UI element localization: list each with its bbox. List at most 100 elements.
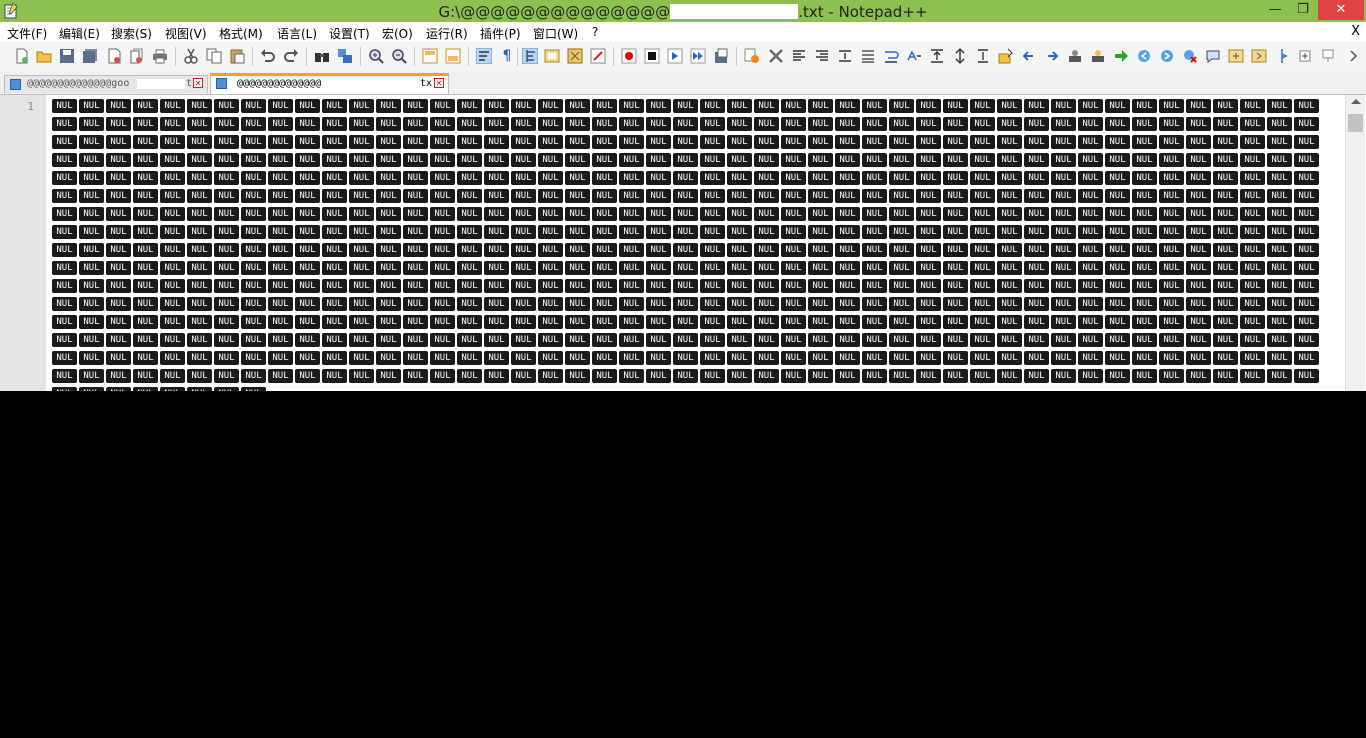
nul-char-token: NUL [214,387,239,391]
run-macro-multiple-icon[interactable] [690,48,706,64]
doc-map-icon[interactable] [544,48,560,64]
nul-char-token: NUL [1186,117,1211,131]
menu-view[interactable]: 视图(V) [165,25,207,42]
sync-horizontal-icon[interactable] [445,48,461,64]
lines-icon[interactable] [860,48,876,64]
nul-char-token: NUL [862,297,887,311]
nul-char-token: NUL [214,225,239,239]
zoom-out-icon[interactable] [391,48,407,64]
nul-char-token: NUL [889,99,914,113]
nul-char-token: NUL [1213,369,1238,383]
nul-char-token: NUL [403,117,428,131]
spacing-icon[interactable] [929,48,945,64]
minimize-button[interactable]: — [1262,0,1288,20]
align-right-icon[interactable] [814,48,830,64]
folder-workspace-icon[interactable] [590,48,606,64]
bookmark-next-icon[interactable] [1090,48,1106,64]
arrow-right-icon[interactable] [1044,48,1060,64]
text-area[interactable]: NUL NUL NUL NUL NUL NUL NUL NUL NUL NUL NUL NUL NUL N… [46,95,1345,391]
show-all-chars-icon[interactable]: ¶ [499,48,515,64]
nul-char-token: NUL [430,135,455,149]
nul-char-token: NUL [808,153,833,167]
close-all-icon[interactable] [129,48,145,64]
menu-run[interactable]: 运行(R) [426,25,468,42]
panel-right-icon[interactable] [1251,48,1267,64]
nul-char-token: NUL [592,225,617,239]
function-list-icon[interactable] [567,48,583,64]
sync-vertical-icon[interactable] [422,48,438,64]
mark-icon[interactable] [744,48,760,64]
menu-edit[interactable]: 编辑(E) [59,25,100,42]
tab-close-icon[interactable]: ✕ [193,78,203,88]
menu-window[interactable]: 窗口(W) [533,25,578,42]
close-window-button[interactable]: ✕ [1318,0,1364,20]
tab-inactive[interactable]: @@@@@@@@@@@@@@goo txt ✕ [4,75,208,93]
nul-char-token: NUL [781,99,806,113]
undo-icon[interactable] [260,48,276,64]
nul-char-token: NUL [403,315,428,329]
menu-bar: 文件(F) 编辑(E) 搜索(S) 视图(V) 格式(M) 语言(L) 设置(T… [0,22,1366,42]
save-all-icon[interactable] [82,48,98,64]
nul-char-token: NUL [727,225,752,239]
close-icon[interactable] [106,48,122,64]
scroll-up-arrow-icon[interactable] [1351,99,1361,104]
menu-language[interactable]: 语言(L) [277,25,317,42]
menu-file[interactable]: 文件(F) [7,25,47,42]
restore-button[interactable]: ❐ [1290,0,1316,20]
indent-guide-icon[interactable] [522,48,538,64]
play-macro-icon[interactable] [667,48,683,64]
nul-char-token: NUL [565,351,590,365]
navigate-forward-icon[interactable] [1159,48,1175,64]
vertical-scrollbar[interactable] [1345,95,1365,391]
arrow-left-icon[interactable] [1021,48,1037,64]
open-file-icon[interactable] [36,48,52,64]
nul-char-token: NUL [862,99,887,113]
cut-icon[interactable] [183,48,199,64]
menu-settings[interactable]: 设置(T) [329,25,370,42]
trim-icon[interactable] [952,48,968,64]
word-wrap-icon[interactable] [476,48,492,64]
move-down-icon[interactable] [837,48,853,64]
close-document-button[interactable]: X [1351,24,1360,39]
save-icon[interactable] [59,48,75,64]
menu-macro[interactable]: 宏(O) [382,25,413,42]
menu-format[interactable]: 格式(M) [219,25,263,42]
join-lines-icon[interactable] [975,48,991,64]
nul-char-token: NUL [1294,153,1319,167]
nul-char-token: NUL [727,243,752,257]
print-icon[interactable] [152,48,168,64]
wrap-lines-icon[interactable] [883,48,899,64]
replace-icon[interactable] [337,48,353,64]
clear-marks-icon[interactable] [1182,48,1198,64]
add-icon[interactable] [1297,48,1313,64]
toolbar-chevron-icon[interactable] [1348,48,1360,64]
copy-icon[interactable] [206,48,222,64]
menu-plugins[interactable]: 插件(P) [480,25,521,42]
bookmark-icon[interactable] [1067,48,1083,64]
menu-help[interactable]: ? [592,25,598,39]
stop-macro-icon[interactable] [644,48,660,64]
align-left-icon[interactable] [791,48,807,64]
tab-close-icon[interactable]: ✕ [434,78,444,88]
split-icon[interactable] [1320,48,1336,64]
tab-active[interactable]: @@@@@@@@@@@@@@ tx ✕ [210,73,449,94]
zoom-in-icon[interactable] [368,48,384,64]
scrollbar-thumb[interactable] [1348,114,1363,132]
nul-char-token: NUL [673,333,698,347]
delete-icon[interactable] [768,48,784,64]
save-macro-icon[interactable] [713,48,729,64]
record-macro-icon[interactable] [621,48,637,64]
comment-icon[interactable] [1205,48,1221,64]
menu-search[interactable]: 搜索(S) [111,25,152,42]
go-next-icon[interactable] [1113,48,1129,64]
find-icon[interactable] [314,48,330,64]
redo-icon[interactable] [283,48,299,64]
paste-icon[interactable] [229,48,245,64]
nul-char-token: NUL [943,297,968,311]
text-direction-icon[interactable] [906,48,922,64]
panel-left-icon[interactable] [1228,48,1244,64]
new-file-icon[interactable] [14,48,30,64]
edit-icon[interactable] [998,48,1014,64]
cursor-icon[interactable] [1274,48,1290,64]
navigate-back-icon[interactable] [1136,48,1152,64]
